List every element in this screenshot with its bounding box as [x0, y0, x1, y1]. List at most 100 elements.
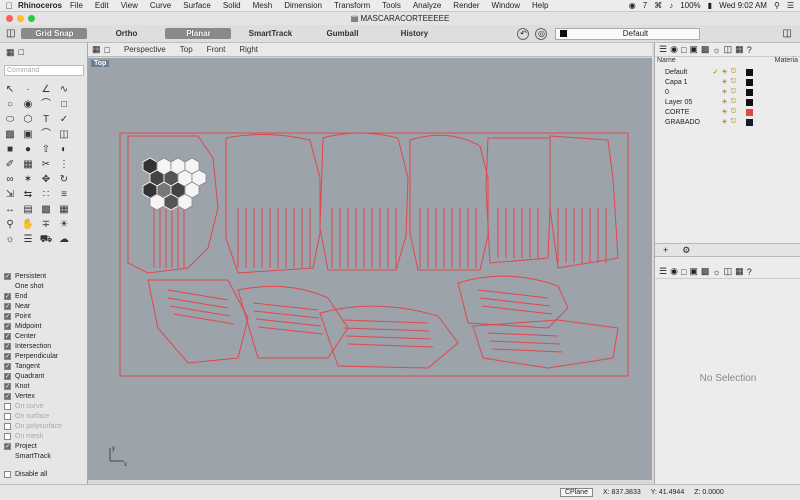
app-menu[interactable]: Rhinoceros — [18, 1, 62, 10]
layers-icon[interactable]: ☰ — [659, 266, 667, 277]
mask-piece[interactable] — [147, 279, 249, 364]
analyze-icon[interactable]: ∓ — [38, 218, 54, 232]
display-icon[interactable]: □ — [681, 45, 686, 55]
target-icon[interactable]: ◎ — [535, 27, 548, 40]
layer-color[interactable] — [746, 78, 753, 86]
list-icon[interactable]: ☰ — [787, 1, 794, 10]
frame-icon[interactable]: □ — [19, 47, 24, 59]
join-icon[interactable]: ∞ — [2, 173, 18, 187]
snap-on-mesh[interactable]: On mesh — [4, 431, 86, 441]
materials-icon[interactable]: ◉ — [670, 266, 678, 277]
shield-icon[interactable]: ◉ — [629, 1, 636, 10]
grid-tool-icon[interactable]: ▦ — [56, 203, 72, 217]
menu-solid[interactable]: Solid — [223, 1, 241, 10]
layer-name-header[interactable]: Name — [657, 57, 676, 67]
clock[interactable]: Wed 9:02 AM — [719, 1, 767, 10]
cube-tab-icon[interactable]: ▦ — [735, 266, 744, 277]
menu-help[interactable]: Help — [532, 1, 548, 10]
tab-top[interactable]: Top — [180, 45, 193, 54]
snap-disable-all[interactable]: Disable all — [4, 469, 86, 479]
lock-icon[interactable]: ⎋ — [729, 118, 738, 126]
block-icon[interactable]: ▩ — [38, 203, 54, 217]
car-icon[interactable]: ⛟ — [38, 233, 54, 247]
cplane-toggle[interactable]: CPlane — [560, 488, 593, 497]
menu-curve[interactable]: Curve — [150, 1, 171, 10]
array-icon[interactable]: ∷ — [38, 188, 54, 202]
curve-tools-icon[interactable]: ✓ — [56, 113, 72, 127]
layer-row-capa-1[interactable]: Capa 1 ☀ ⎋ — [655, 77, 800, 87]
snap-one-shot[interactable]: One shot — [4, 281, 86, 291]
snap-vertex[interactable]: ✓ Vertex — [4, 391, 86, 401]
layer-color[interactable] — [746, 88, 753, 96]
single-viewport-icon[interactable]: □ — [105, 45, 110, 55]
snap-on-curve[interactable]: On curve — [4, 401, 86, 411]
arc-icon[interactable]: ⌒ — [38, 98, 54, 112]
camera-icon[interactable]: ▩ — [701, 44, 710, 55]
snap-tangent[interactable]: ✓ Tangent — [4, 361, 86, 371]
lightbulb-icon[interactable]: ☀ — [720, 118, 729, 126]
lock-icon[interactable]: ⎋ — [729, 108, 738, 116]
grid-icon[interactable]: ▦ — [6, 47, 15, 59]
help-icon[interactable]: ? — [747, 45, 752, 55]
smarttrack-toggle[interactable]: SmartTrack — [237, 28, 303, 39]
circle-icon[interactable]: ○ — [2, 98, 18, 112]
mirror-icon[interactable]: ⇆ — [20, 188, 36, 202]
mask-piece[interactable] — [472, 319, 619, 369]
hatch-icon[interactable]: ▤ — [20, 203, 36, 217]
snap-intersection[interactable]: ✓ Intersection — [4, 341, 86, 351]
snap-center[interactable]: ✓ Center — [4, 331, 86, 341]
split-icon[interactable]: ⋮ — [56, 158, 72, 172]
paint-icon[interactable]: ✐ — [2, 158, 18, 172]
render-icon[interactable]: ☀ — [56, 218, 72, 232]
viewport-layout-icon[interactable]: ▦ — [92, 44, 101, 55]
apple-menu-icon[interactable]:  — [0, 1, 18, 11]
layer-tool-icon[interactable]: ☰ — [20, 233, 36, 247]
dimension-icon[interactable]: ↔ — [2, 203, 18, 217]
lightbulb-icon[interactable]: ☀ — [720, 88, 729, 96]
polygon-icon[interactable]: ⬡ — [20, 113, 36, 127]
layer-color[interactable] — [746, 68, 753, 76]
ellipse-icon[interactable]: ⬭ — [2, 113, 18, 127]
lock-icon[interactable]: ☁ — [56, 233, 72, 247]
object-icon[interactable]: ▣ — [689, 266, 698, 277]
sun-icon[interactable]: ☼ — [712, 45, 720, 55]
menu-render[interactable]: Render — [453, 1, 479, 10]
ortho-toggle[interactable]: Ortho — [93, 28, 159, 39]
layer-row-default[interactable]: Default ✓ ☀ ⎋ — [655, 67, 800, 77]
display-icon[interactable]: □ — [681, 267, 686, 277]
lock-icon[interactable]: ⎋ — [729, 78, 738, 86]
mask-piece[interactable] — [225, 133, 321, 274]
layer-row-grabado[interactable]: GRABADO ☀ ⎋ — [655, 117, 800, 127]
tab-perspective[interactable]: Perspective — [124, 45, 166, 54]
planar-toggle[interactable]: Planar — [165, 28, 232, 39]
rectangle-icon[interactable]: □ — [56, 98, 72, 112]
wifi-icon[interactable]: ⌘ — [654, 1, 662, 10]
snap-point[interactable]: ✓ Point — [4, 311, 86, 321]
snap-end[interactable]: ✓ End — [4, 291, 86, 301]
sphere-icon[interactable]: ● — [20, 143, 36, 157]
layer-row-corte[interactable]: CORTE ☀ ⎋ — [655, 107, 800, 117]
point-icon[interactable]: · — [20, 83, 36, 97]
cube-icon[interactable]: ▣ — [20, 128, 36, 142]
offset-icon[interactable]: ≡ — [56, 188, 72, 202]
circle-center-icon[interactable]: ◉ — [20, 98, 36, 112]
layer-row-0[interactable]: 0 ☀ ⎋ — [655, 87, 800, 97]
pan-icon[interactable]: ✋ — [20, 218, 36, 232]
snap-smarttrack[interactable]: SmartTrack — [4, 451, 86, 461]
help-icon[interactable]: ? — [747, 267, 752, 277]
menu-window[interactable]: Window — [492, 1, 520, 10]
boolean-icon[interactable]: ◐ — [56, 143, 72, 157]
curve-icon[interactable]: ∿ — [56, 83, 72, 97]
menu-surface[interactable]: Surface — [183, 1, 211, 10]
lightbulb-icon[interactable]: ☀ — [720, 108, 729, 116]
snap-on-surface[interactable]: On surface — [4, 411, 86, 421]
render-settings-icon[interactable]: ◫ — [724, 44, 733, 55]
gear-icon[interactable]: ⚙ — [682, 245, 690, 256]
select-arrow-icon[interactable]: ↖ — [2, 83, 18, 97]
close-window-button[interactable] — [6, 15, 13, 22]
add-layer-icon[interactable]: + — [663, 245, 668, 255]
move-icon[interactable]: ✥ — [38, 173, 54, 187]
tray-number[interactable]: 7 — [643, 1, 647, 10]
lock-icon[interactable]: ⎋ — [729, 98, 738, 106]
menu-view[interactable]: View — [121, 1, 138, 10]
